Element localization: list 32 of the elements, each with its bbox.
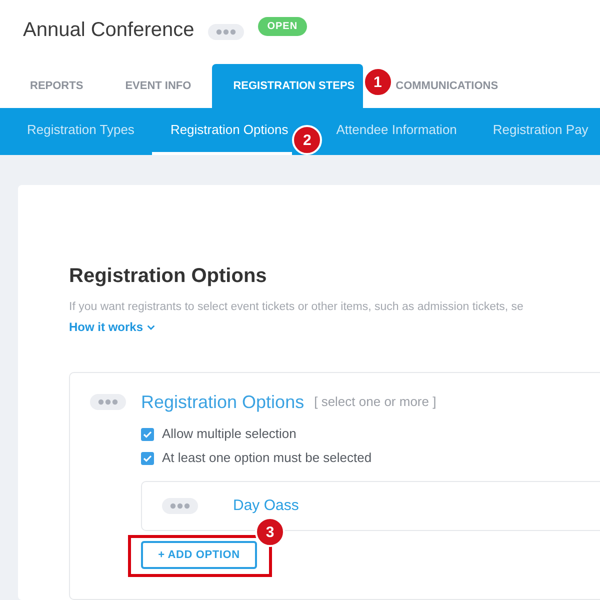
- check-icon: [143, 454, 152, 462]
- subtab[interactable]: Attendee Information: [322, 108, 475, 155]
- more-icon: [216, 29, 236, 35]
- more-icon: [98, 399, 118, 405]
- check-icon: [143, 430, 152, 438]
- step-number-badge: 1: [362, 67, 393, 97]
- more-icon: [170, 503, 190, 509]
- more-button[interactable]: [90, 394, 126, 410]
- add-option-button[interactable]: + ADD OPTION: [141, 541, 257, 569]
- subtab[interactable]: Registration Types: [9, 108, 152, 155]
- checkbox[interactable]: [141, 452, 154, 464]
- option-name[interactable]: Day Oass: [233, 497, 299, 515]
- option-group-title: Registration Options: [141, 391, 304, 414]
- more-button[interactable]: [208, 24, 244, 40]
- status-badge: OPEN: [258, 17, 307, 36]
- section-description: If you want registrants to select event tickets or other items, such as admission tickets, se: [69, 300, 524, 315]
- subtab[interactable]: Registration Pay: [474, 108, 600, 155]
- step-number-badge: 2: [292, 125, 322, 155]
- chevron-down-icon: [147, 324, 156, 330]
- more-button[interactable]: [162, 498, 198, 514]
- tab[interactable]: COMMUNICATIONS: [392, 64, 520, 108]
- how-it-works-link[interactable]: How it works: [69, 318, 156, 336]
- step-number-badge: 3: [255, 517, 285, 547]
- tab[interactable]: EVENT INFO: [104, 64, 212, 108]
- event-title: Annual Conference: [23, 18, 194, 43]
- section-heading: Registration Options: [69, 264, 268, 289]
- checkbox-label: Allow multiple selection: [162, 425, 296, 444]
- tab[interactable]: REPORTS: [9, 64, 104, 108]
- checkbox[interactable]: [141, 428, 154, 440]
- option-group-hint: [ select one or more ]: [314, 393, 436, 411]
- checkbox-label: At least one option must be selected: [162, 449, 372, 468]
- tab[interactable]: REGISTRATION STEPS: [212, 64, 363, 108]
